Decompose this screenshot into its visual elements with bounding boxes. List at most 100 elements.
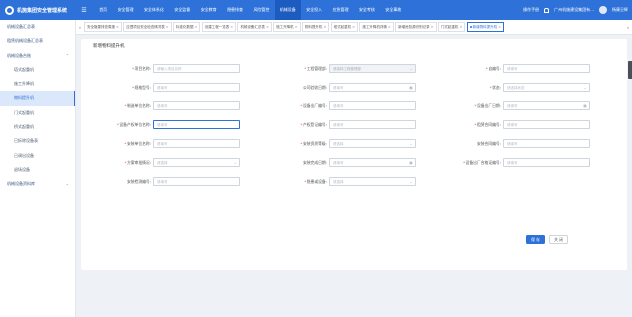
text-input[interactable]: 请输入项目名称 bbox=[153, 64, 240, 73]
nav-item[interactable]: 安全教育 bbox=[196, 0, 222, 20]
text-input[interactable]: 请填写 bbox=[153, 101, 240, 110]
close-button[interactable]: 关 闭 bbox=[549, 235, 568, 244]
tab-label: 施工升降机 bbox=[276, 25, 294, 29]
page-tab[interactable]: 设建工程一览表× bbox=[201, 22, 237, 32]
text-input[interactable]: 请填写 bbox=[503, 139, 590, 148]
text-input[interactable]: 请填写 bbox=[153, 120, 240, 129]
field-label-text: 租赁合同编号: bbox=[476, 122, 501, 127]
page-tab[interactable]: 机械设备汇总表× bbox=[237, 22, 272, 32]
sidebar-subitem[interactable]: 物料提升机 bbox=[0, 91, 75, 107]
field-label: *规格型号: bbox=[132, 83, 153, 92]
sidebar-subitem[interactable]: 已调出设备 bbox=[0, 149, 75, 163]
field-label: *产权登记编号: bbox=[301, 120, 329, 129]
field-label: 安装完成日期: bbox=[303, 158, 329, 167]
nav-item[interactable]: 首页 bbox=[94, 0, 112, 20]
sidebar-item[interactable]: 租赁机械设备汇总表 bbox=[0, 34, 75, 48]
text-input[interactable]: 请填写 bbox=[503, 64, 590, 73]
sidebar-item[interactable]: 机械设备汇总表 bbox=[0, 20, 75, 34]
text-input[interactable]: 请填写 bbox=[503, 120, 590, 129]
sidebar-item-label: 机械设备台账 bbox=[7, 52, 31, 58]
select-input[interactable]: 请选择 ⌄ bbox=[329, 177, 416, 186]
avatar[interactable] bbox=[599, 6, 607, 14]
text-input[interactable]: 请填写 bbox=[329, 120, 416, 129]
close-icon[interactable]: × bbox=[498, 25, 501, 29]
field-label-text: 工程管理部: bbox=[306, 66, 327, 71]
sidebar-subitem[interactable]: 桥式起重机 bbox=[0, 120, 75, 134]
select-input[interactable]: 请选择 ⌄ bbox=[329, 139, 416, 148]
user-area: 操作手册 广州机施建设集团有... 杨康旦辉 bbox=[523, 0, 628, 20]
tabs-scroll-left-icon[interactable]: « bbox=[76, 25, 84, 30]
sidebar-item-label: 门式起重机 bbox=[14, 109, 34, 115]
text-input[interactable]: 请填写 bbox=[153, 177, 240, 186]
nav-item[interactable]: 应急管理 bbox=[327, 0, 353, 20]
nav-item[interactable]: 安全管理 bbox=[112, 0, 138, 20]
nav-item[interactable]: 安全考核 bbox=[354, 0, 380, 20]
sidebar-item[interactable]: 机械设备台账 ⌃ bbox=[0, 49, 75, 63]
user-name[interactable]: 杨康旦辉 bbox=[612, 7, 628, 13]
side-drawer-handle[interactable] bbox=[628, 61, 632, 79]
nav-item[interactable]: 安全监督 bbox=[169, 0, 195, 20]
close-icon[interactable]: × bbox=[266, 25, 269, 29]
sidebar-item-label: 租赁机械设备汇总表 bbox=[7, 38, 43, 44]
close-icon[interactable]: × bbox=[459, 25, 462, 29]
field-label: *工程管理部: bbox=[304, 64, 329, 73]
text-input[interactable]: 请填写 bbox=[329, 101, 416, 110]
date-input[interactable]: 请填写 ▦ bbox=[329, 82, 416, 92]
page-tab[interactable]: 门式起重机× bbox=[437, 22, 466, 32]
nav-item[interactable]: 安全投入 bbox=[301, 0, 327, 20]
text-input[interactable]: 请填写 bbox=[153, 82, 240, 92]
field-label-text: 设备出厂编号: bbox=[302, 103, 327, 108]
company-name[interactable]: 广州机施建设集团有... bbox=[554, 7, 594, 13]
page-tab[interactable]: 施工升降机详情× bbox=[359, 22, 394, 32]
page-tab[interactable]: 标准化数据× bbox=[172, 22, 201, 32]
menu-icon[interactable]: ☰ bbox=[76, 7, 92, 14]
page-tab[interactable]: 新增物料提升机× bbox=[466, 22, 505, 32]
close-icon[interactable]: × bbox=[352, 25, 355, 29]
nav-item[interactable]: 风险管控 bbox=[248, 0, 274, 20]
close-icon[interactable]: × bbox=[388, 25, 391, 29]
text-input[interactable]: 请填写 bbox=[153, 139, 240, 148]
close-icon[interactable]: × bbox=[230, 25, 233, 29]
input-placeholder: 请填写 bbox=[157, 85, 168, 90]
close-icon[interactable]: × bbox=[295, 25, 298, 29]
close-icon[interactable]: × bbox=[323, 25, 326, 29]
tabs-scroll-right-icon[interactable]: » bbox=[624, 25, 632, 30]
close-icon[interactable]: × bbox=[166, 25, 169, 29]
select-input[interactable]: 请选择工程管理部 ⌄ bbox=[329, 64, 416, 73]
select-input[interactable]: 请选择状态 ⌄ bbox=[503, 82, 590, 92]
nav-item[interactable]: 安全体系化 bbox=[139, 0, 169, 20]
select-input[interactable]: 请选择 ⌄ bbox=[153, 158, 240, 167]
page-tab[interactable]: 新增危险源识别记录× bbox=[395, 22, 437, 32]
sidebar-subitem[interactable]: 塔式起重机 bbox=[0, 63, 75, 77]
close-icon[interactable]: × bbox=[116, 25, 119, 29]
manual-link[interactable]: 操作手册 bbox=[523, 7, 539, 13]
nav-item[interactable]: 安全事故 bbox=[380, 0, 406, 20]
nav-item[interactable]: 机械设备 bbox=[274, 0, 301, 20]
text-input[interactable]: 请填写 bbox=[503, 158, 590, 167]
date-input[interactable]: 请填写 ▦ bbox=[503, 101, 590, 110]
chevron-down-icon: ⌄ bbox=[65, 181, 69, 187]
close-icon[interactable]: × bbox=[194, 25, 197, 29]
input-placeholder: 请选择 bbox=[333, 142, 344, 146]
field-label: *制造单位名称: bbox=[125, 101, 153, 110]
page-tab[interactable]: 安全隐患排查周报× bbox=[84, 22, 122, 32]
page-tab[interactable]: 物料提升机× bbox=[301, 22, 330, 32]
nav-item[interactable]: 隐患排查 bbox=[222, 0, 248, 20]
field-label: 安装检测编号: bbox=[127, 177, 153, 186]
page-tab[interactable]: 施工升降机× bbox=[273, 22, 301, 32]
sidebar-item[interactable]: 机械设备资料库 ⌄ bbox=[0, 177, 75, 191]
close-icon[interactable]: × bbox=[431, 25, 434, 29]
field-label: *设备出厂合格证编号: bbox=[463, 158, 503, 167]
date-input[interactable]: 请填写 ▦ bbox=[329, 158, 416, 167]
page-tab[interactable]: 应遵项目安全检查情况表× bbox=[123, 22, 172, 32]
field-label-text: 公司验收日期: bbox=[302, 84, 327, 90]
notification-bell-icon[interactable] bbox=[544, 7, 550, 13]
field-label-text: 设备产权单位名称: bbox=[119, 122, 151, 127]
sidebar-subitem[interactable]: 门式起重机 bbox=[0, 106, 75, 120]
sidebar-item-label: 机械设备资料库 bbox=[7, 181, 35, 187]
page-tab[interactable]: 塔式起重机× bbox=[330, 22, 359, 32]
save-button[interactable]: 保 存 bbox=[526, 235, 545, 244]
sidebar-subitem[interactable]: 施工升降机 bbox=[0, 77, 75, 91]
sidebar-subitem[interactable]: 已拆除设备表 bbox=[0, 134, 75, 148]
sidebar-subitem[interactable]: 退场设备 bbox=[0, 163, 75, 177]
